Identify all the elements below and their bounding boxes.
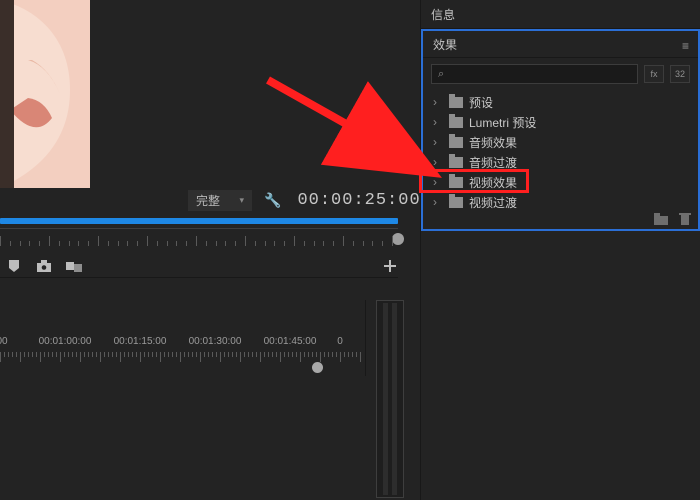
disclosure-triangle-icon[interactable]: › [433,95,443,109]
effects-tree-item-label: 音频效果 [469,134,517,151]
panel-menu-icon[interactable]: ≡ [682,39,690,53]
timeline-ruler[interactable] [0,352,365,368]
chevron-down-icon: ▾ [239,195,244,206]
playback-quality-value: 完整 [196,192,220,209]
effects-panel-title: 效果 [433,36,457,53]
info-panel-title: 信息 [431,6,455,23]
folder-icon [449,97,463,108]
settings-wrench-icon[interactable]: 🔧 [264,192,281,209]
folder-icon [449,197,463,208]
program-monitor-preview [0,0,90,188]
sequence-duration-timecode: 00:00:25:00 [297,191,420,210]
effects-tree-item-label: 视频效果 [469,174,517,191]
timeline-label: 00:01:00:00 [39,336,92,347]
audio-meter [376,300,404,498]
preview-scrub-ruler[interactable] [0,228,398,246]
effects-search-field[interactable] [450,68,631,80]
playhead-track[interactable] [0,218,398,224]
camera-icon[interactable] [36,259,52,273]
disclosure-triangle-icon[interactable]: › [433,155,443,169]
folder-icon [449,177,463,188]
playback-quality-dropdown[interactable]: 完整 ▾ [188,190,252,211]
new-bin-icon[interactable] [654,213,668,225]
disclosure-triangle-icon[interactable]: › [433,175,443,189]
search-icon: ⌕ [438,68,444,81]
plus-icon[interactable] [382,259,398,273]
timeline-label: 00:01:15:00 [114,336,167,347]
disclosure-triangle-icon[interactable]: › [433,115,443,129]
effects-tree-item-label: Lumetri 预设 [469,114,536,131]
audio-meter-right [392,303,397,495]
timeline-label: 00:01:45:00 [264,336,317,347]
effects-tree-item[interactable]: › 音频效果 [423,132,698,152]
effects-tree-item-label: 音频过渡 [469,154,517,171]
zoom-handle-right[interactable] [392,233,404,245]
monitor-button-bar [0,254,398,278]
effects-tree-item[interactable]: › 视频效果 [423,172,698,192]
effects-tree-item-label: 视频过渡 [469,194,517,211]
disclosure-triangle-icon[interactable]: › [433,195,443,209]
zoom-handle[interactable] [312,362,323,373]
export-frame-icon[interactable] [66,259,82,273]
accelerated-effects-toggle[interactable]: fx [644,65,664,83]
timeline-label: 0 [337,336,343,347]
timeline-time-labels: 00 00:01:00:00 00:01:15:00 00:01:30:00 00:01… [0,336,365,350]
trash-icon[interactable] [678,213,692,225]
effects-search-input[interactable]: ⌕ [431,64,638,84]
effects-tree-item[interactable]: › Lumetri 预设 [423,112,698,132]
audio-meter-left [383,303,388,495]
timeline-label: 00 [0,336,8,347]
disclosure-triangle-icon[interactable]: › [433,135,443,149]
effects-tree-item[interactable]: › 预设 [423,92,698,112]
mini-timeline[interactable]: 00 00:01:00:00 00:01:15:00 00:01:30:00 00:01… [0,300,366,376]
effects-panel-tab[interactable]: 效果 ≡ [423,29,698,58]
effects-tree: › 预设 › Lumetri 预设 › 音频效果 › 音频过渡 › 视频效果 › 视频过渡 [423,90,698,220]
folder-icon [449,117,463,128]
effects-tree-item[interactable]: › 视频过渡 [423,192,698,212]
32bit-effects-toggle[interactable]: 32 [670,65,690,83]
effects-panel-footer [654,213,692,225]
folder-icon [449,157,463,168]
effects-tree-item[interactable]: › 音频过渡 [423,152,698,172]
effects-tree-item-label: 预设 [469,94,493,111]
marker-icon[interactable] [6,259,22,273]
info-panel-tab[interactable]: 信息 [421,0,700,29]
timeline-label: 00:01:30:00 [189,336,242,347]
folder-icon [449,137,463,148]
